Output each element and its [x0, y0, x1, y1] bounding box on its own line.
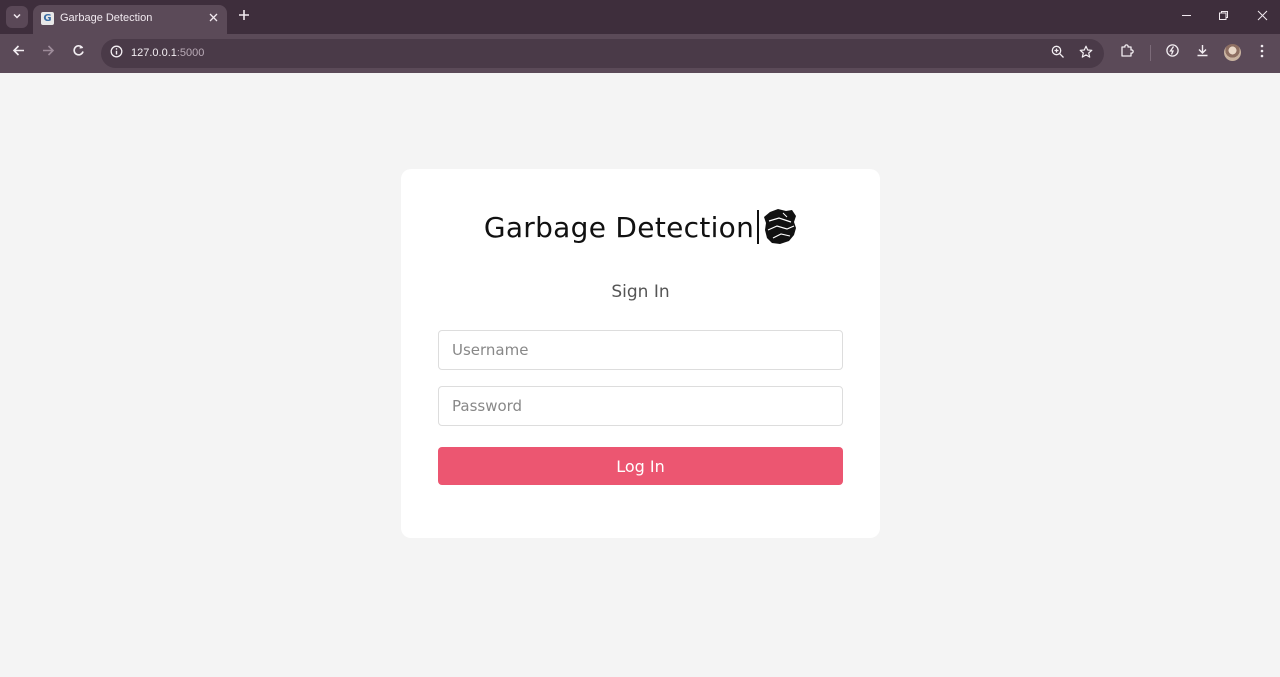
toolbar-separator [1150, 45, 1151, 61]
extensions-button[interactable] [1117, 43, 1137, 63]
brand-title: Garbage Detection [483, 210, 755, 244]
downloads-button[interactable] [1192, 43, 1212, 63]
url-port: :5000 [176, 47, 205, 59]
restore-icon [1218, 8, 1229, 26]
star-icon [1079, 45, 1093, 64]
garbage-logo-icon [763, 208, 797, 246]
extensions-icon [1120, 43, 1135, 63]
brand-header: Garbage Detection [401, 207, 880, 247]
back-button[interactable] [7, 42, 29, 64]
profile-avatar[interactable] [1224, 44, 1241, 61]
tab-list-button[interactable] [6, 6, 28, 28]
menu-button[interactable] [1252, 43, 1272, 63]
performance-icon [1165, 43, 1180, 63]
new-tab-button[interactable] [234, 7, 254, 27]
chevron-down-icon [12, 8, 22, 26]
reload-button[interactable] [67, 42, 89, 64]
url-host: 127.0.0.1 [131, 47, 177, 59]
window-close-icon [1257, 8, 1268, 26]
tab-favicon-icon: G [41, 12, 54, 25]
window-close-button[interactable] [1251, 6, 1273, 28]
minimize-button[interactable] [1175, 6, 1197, 28]
zoom-icon [1051, 45, 1065, 64]
download-icon [1195, 43, 1210, 63]
browser-tab-active[interactable]: G Garbage Detection [33, 5, 227, 34]
bookmark-button[interactable] [1077, 45, 1095, 63]
signin-title: Sign In [611, 282, 670, 302]
brand-divider [757, 210, 760, 244]
url-text: 127.0.0.1:5000 [131, 47, 204, 59]
reload-icon [72, 44, 85, 62]
site-info-button[interactable] [109, 45, 124, 63]
info-icon [110, 45, 123, 63]
address-bar[interactable]: 127.0.0.1:5000 [101, 39, 1104, 68]
tab-title: Garbage Detection [60, 12, 153, 24]
restore-button[interactable] [1212, 6, 1234, 28]
back-arrow-icon [12, 44, 25, 62]
browser-toolbar: 127.0.0.1:5000 [0, 34, 1280, 73]
more-vert-icon [1260, 44, 1264, 63]
forward-arrow-icon [42, 44, 55, 62]
minimize-icon [1181, 8, 1192, 26]
login-card: Garbage Detection Sign In Log In [401, 169, 880, 538]
plus-icon [238, 8, 250, 26]
login-button[interactable]: Log In [438, 447, 843, 485]
username-input[interactable] [438, 330, 843, 370]
tab-close-button[interactable] [205, 10, 221, 26]
password-input[interactable] [438, 386, 843, 426]
close-icon [209, 9, 218, 27]
forward-button[interactable] [37, 42, 59, 64]
zoom-button[interactable] [1049, 45, 1067, 63]
performance-button[interactable] [1162, 43, 1182, 63]
browser-tabstrip: G Garbage Detection [0, 0, 1280, 34]
